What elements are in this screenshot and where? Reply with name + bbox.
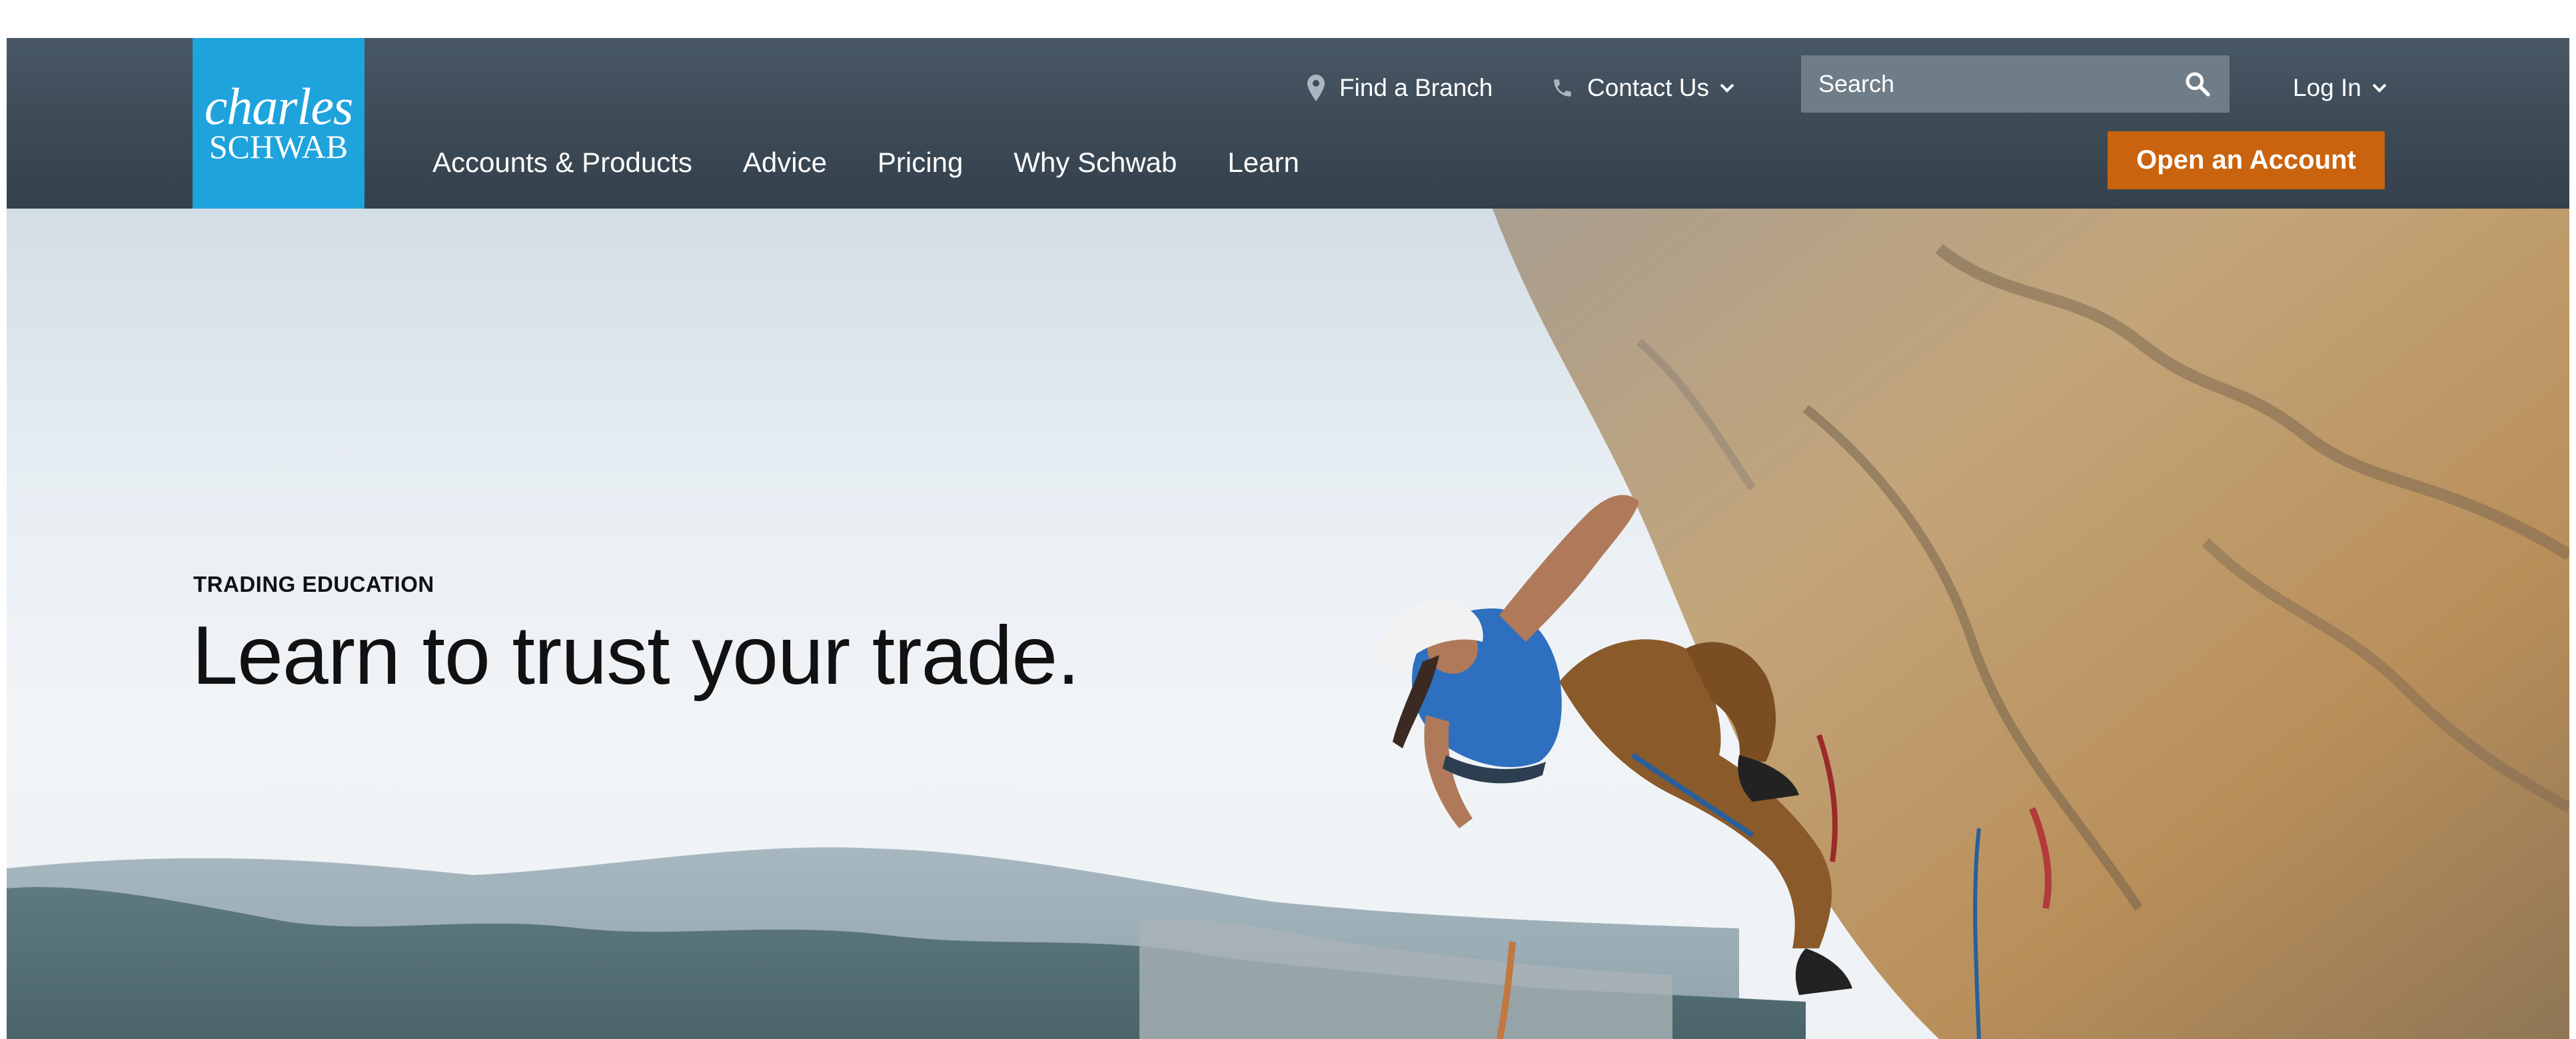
open-account-button[interactable]: Open an Account	[2108, 131, 2385, 189]
log-in-menu[interactable]: Log In	[2293, 65, 2387, 111]
contact-us-menu[interactable]: Contact Us	[1551, 65, 1748, 111]
nav-advice[interactable]: Advice	[743, 147, 827, 179]
find-branch-label: Find a Branch	[1339, 74, 1493, 101]
charles-schwab-logo[interactable]: charles SCHWAB	[193, 38, 364, 209]
nav-why-schwab[interactable]: Why Schwab	[1013, 147, 1177, 179]
chevron-down-icon	[2372, 83, 2387, 93]
nav-accounts-products[interactable]: Accounts & Products	[432, 147, 692, 179]
search-button[interactable]	[2182, 68, 2214, 100]
map-pin-icon	[1307, 75, 1325, 101]
search-input[interactable]	[1818, 55, 2182, 113]
chevron-down-icon	[1720, 83, 1734, 93]
phone-icon	[1554, 79, 1571, 97]
nav-learn[interactable]: Learn	[1227, 147, 1299, 179]
page: charles SCHWAB Find a Branch Contact Us	[7, 38, 2569, 1039]
contact-us-label: Contact Us	[1587, 74, 1710, 101]
search-box	[1801, 55, 2230, 113]
logo-line-schwab: SCHWAB	[209, 128, 348, 165]
main-nav: Accounts & Products Advice Pricing Why S…	[432, 139, 1350, 186]
log-in-label: Log In	[2293, 74, 2361, 101]
search-icon	[2186, 72, 2210, 97]
hero-banner: TRADING EDUCATION Learn to trust your tr…	[7, 209, 2569, 1039]
logo-line-charles: charles	[204, 77, 354, 135]
site-header: charles SCHWAB Find a Branch Contact Us	[7, 38, 2569, 209]
hero-headline: Learn to trust your trade.	[192, 610, 1080, 702]
nav-pricing[interactable]: Pricing	[878, 147, 963, 179]
hero-eyebrow: TRADING EDUCATION	[193, 572, 434, 596]
find-branch-link[interactable]: Find a Branch	[1307, 65, 1493, 111]
